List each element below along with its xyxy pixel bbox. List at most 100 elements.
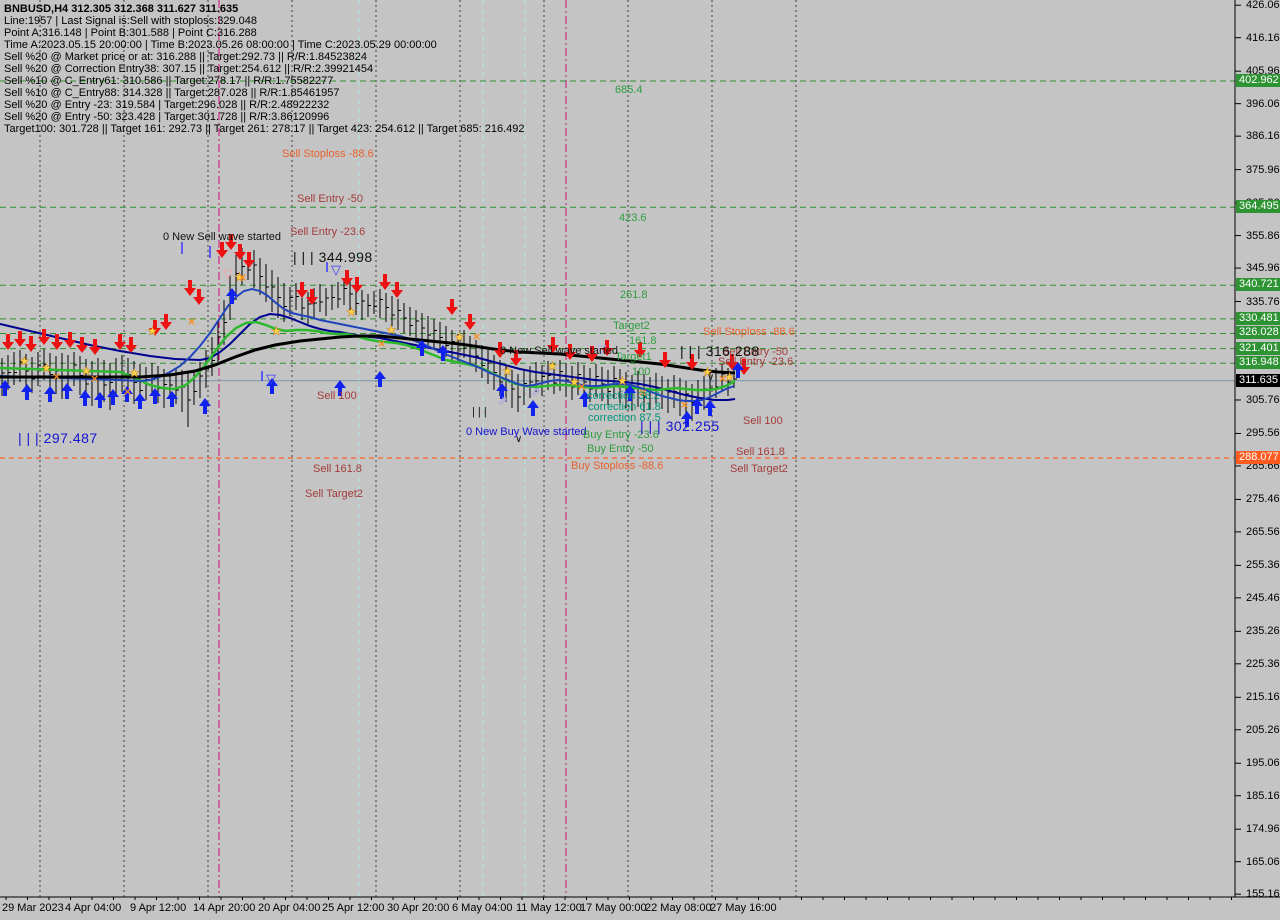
sell-signal-arrow-icon	[341, 270, 353, 286]
level-price-badge: 316.948	[1236, 356, 1280, 370]
time-tick-label: 29 Mar 2023	[2, 902, 64, 914]
cross-icon: ×	[577, 380, 586, 393]
star-icon: ★	[454, 330, 465, 344]
buy-signal-arrow-icon	[437, 345, 449, 361]
sell-signal-arrow-icon	[351, 277, 363, 293]
time-tick-label: 25 Apr 12:00	[322, 902, 385, 914]
cross-icon: ×	[187, 315, 196, 328]
star-icon: ★	[502, 364, 513, 378]
price-tick-label: 396.060	[1246, 97, 1280, 110]
hollow-down-arrow-pink-icon: ▽	[223, 267, 233, 282]
star-icon: ★	[129, 366, 140, 380]
level-price-badge: 288.077	[1236, 451, 1280, 464]
price-tick-label: 165.060	[1246, 855, 1280, 868]
chart-annotation-label: Sell Stoploss -88.6	[282, 148, 374, 160]
price-tick-label: 174.960	[1246, 823, 1280, 836]
buy-signal-arrow-icon	[79, 390, 91, 406]
sell-signal-arrow-icon	[243, 252, 255, 268]
cross-icon: ×	[377, 337, 386, 350]
level-price-badge: 364.495	[1236, 200, 1280, 214]
chart-annotation-label: | | | 344.998	[293, 249, 373, 265]
sell-signal-arrow-icon	[160, 314, 172, 330]
chart-annotation-label: Sell Stoploss -88.6	[703, 326, 795, 338]
price-tick-label: 195.060	[1246, 757, 1280, 770]
sell-signal-arrow-icon	[464, 314, 476, 330]
chart-annotation-label: Buy Entry -50	[587, 443, 654, 455]
time-tick-label: 22 May 08:00	[645, 902, 712, 914]
time-tick-label: 27 May 16:00	[710, 902, 777, 914]
buy-signal-arrow-icon	[149, 388, 161, 404]
price-tick-label: 205.260	[1246, 723, 1280, 736]
level-price-badge: 326.028	[1236, 326, 1280, 340]
chart-annotation-label: Sell 100	[317, 390, 357, 402]
price-tick-label: 335.760	[1246, 295, 1280, 308]
price-tick-label: 235.260	[1246, 625, 1280, 638]
mt4-chart-window: ★ ★ ★ ★ ★ ★ ★ ★ ★ ★ ★ ★ ★ ★ ★ ★ × × × × × × × × × × × ▽ ▽ ▽ ▽ ⇗ ⇗ ∨ ∨ BNBU…	[0, 0, 1280, 920]
ea-status-line: Time A:2023.05.15 20:00:00 | Time B:2023…	[4, 39, 437, 51]
star-icon: ★	[547, 359, 558, 373]
chart-annotation-label: 0 New Buy Wave started	[466, 426, 587, 438]
chart-annotation-label: Target1	[615, 351, 652, 363]
chart-annotation-label: Sell 100	[743, 415, 783, 427]
level-price-badge: 330.481	[1236, 311, 1280, 325]
ea-status-line: Sell %20 @ Correction Entry38: 307.15 ||…	[4, 63, 374, 75]
chart-annotation-label: Sell 161.8	[313, 463, 362, 475]
symbol-ohlc-title: BNBUSD,H4 312.305 312.368 311.627 311.63…	[4, 3, 239, 15]
chart-annotation-label: | | | 302.255	[640, 418, 720, 434]
ea-status-line: Sell %10 @ C_Entry61: 310.586 || Target:…	[4, 75, 334, 87]
chart-annotation-label: 100	[632, 366, 651, 378]
star-icon: ★	[19, 354, 30, 368]
star-icon: ★	[271, 324, 282, 338]
chart-annotation-label: | | | 297.487	[18, 430, 98, 446]
chart-annotation-label: Target2	[613, 320, 650, 332]
ea-status-line: Sell %20 @ Entry -23: 319.584 | Target:2…	[4, 99, 330, 111]
chart-annotation-label: 423.6	[619, 212, 647, 224]
cross-icon: ×	[123, 385, 132, 398]
sell-signal-arrow-icon	[296, 282, 308, 298]
time-tick-label: 20 Apr 04:00	[258, 902, 321, 914]
sell-signal-arrow-icon	[379, 274, 391, 290]
price-tick-label: 155.160	[1246, 888, 1280, 901]
cross-icon: ×	[90, 372, 99, 385]
cross-icon: ×	[718, 372, 727, 385]
chart-annotation-label: 685.4	[615, 84, 643, 96]
buy-signal-arrow-icon	[44, 386, 56, 402]
buy-signal-arrow-icon	[527, 400, 539, 416]
price-tick-label: 265.560	[1246, 525, 1280, 538]
price-tick-label: 215.160	[1246, 691, 1280, 704]
chart-annotation-label: 0 New Sell wave started	[163, 231, 281, 243]
sell-signal-arrow-icon	[184, 280, 196, 296]
sell-signal-arrow-icon	[446, 299, 458, 315]
time-tick-label: 30 Apr 20:00	[387, 902, 450, 914]
sell-signal-arrow-icon	[125, 337, 137, 353]
price-tick-label: 245.460	[1246, 591, 1280, 604]
buy-signal-arrow-icon	[107, 389, 119, 405]
price-tick-label: 345.960	[1246, 262, 1280, 275]
chart-header-info: BNBUSD,H4 312.305 312.368 311.627 311.63…	[4, 3, 525, 135]
hollow-ne-arrow-icon: ⇗	[530, 385, 541, 400]
ea-status-line: Line:1957 | Last Signal is:Sell with sto…	[4, 15, 257, 27]
hollow-ne-arrow-icon: ⇗	[497, 394, 508, 409]
price-tick-label: 185.160	[1246, 789, 1280, 802]
ea-status-line: Sell %20 @ Market price or at: 316.288 |…	[4, 51, 367, 63]
price-tick-label: 416.160	[1246, 31, 1280, 44]
sell-signal-arrow-icon	[391, 282, 403, 298]
buy-signal-arrow-icon	[374, 371, 386, 387]
time-tick-label: 11 May 12:00	[516, 902, 582, 914]
buy-signal-arrow-icon	[704, 400, 716, 416]
price-tick-label: 355.860	[1246, 229, 1280, 242]
chart-annotation-label: Sell Entry -23.6	[290, 226, 366, 238]
chart-annotation-label: | | |	[472, 406, 487, 418]
buy-signal-arrow-icon	[199, 398, 211, 414]
buy-signal-arrow-icon	[61, 383, 73, 399]
star-icon: ★	[41, 361, 52, 375]
sell-signal-arrow-icon	[25, 336, 37, 352]
chart-annotation-label: Sell Target2	[730, 463, 788, 475]
ea-status-line: Point A:316.148 | Point B:301.588 | Poin…	[4, 27, 257, 39]
cross-icon: ×	[52, 370, 61, 383]
ea-status-line: Target100: 301.728 || Target 161: 292.73…	[4, 123, 525, 135]
chart-annotation-label: | | | 316.288	[680, 343, 760, 359]
sell-signal-arrow-icon	[64, 332, 76, 348]
chart-annotation-label: 161.8	[629, 335, 657, 347]
time-tick-label: 9 Apr 12:00	[130, 902, 187, 914]
